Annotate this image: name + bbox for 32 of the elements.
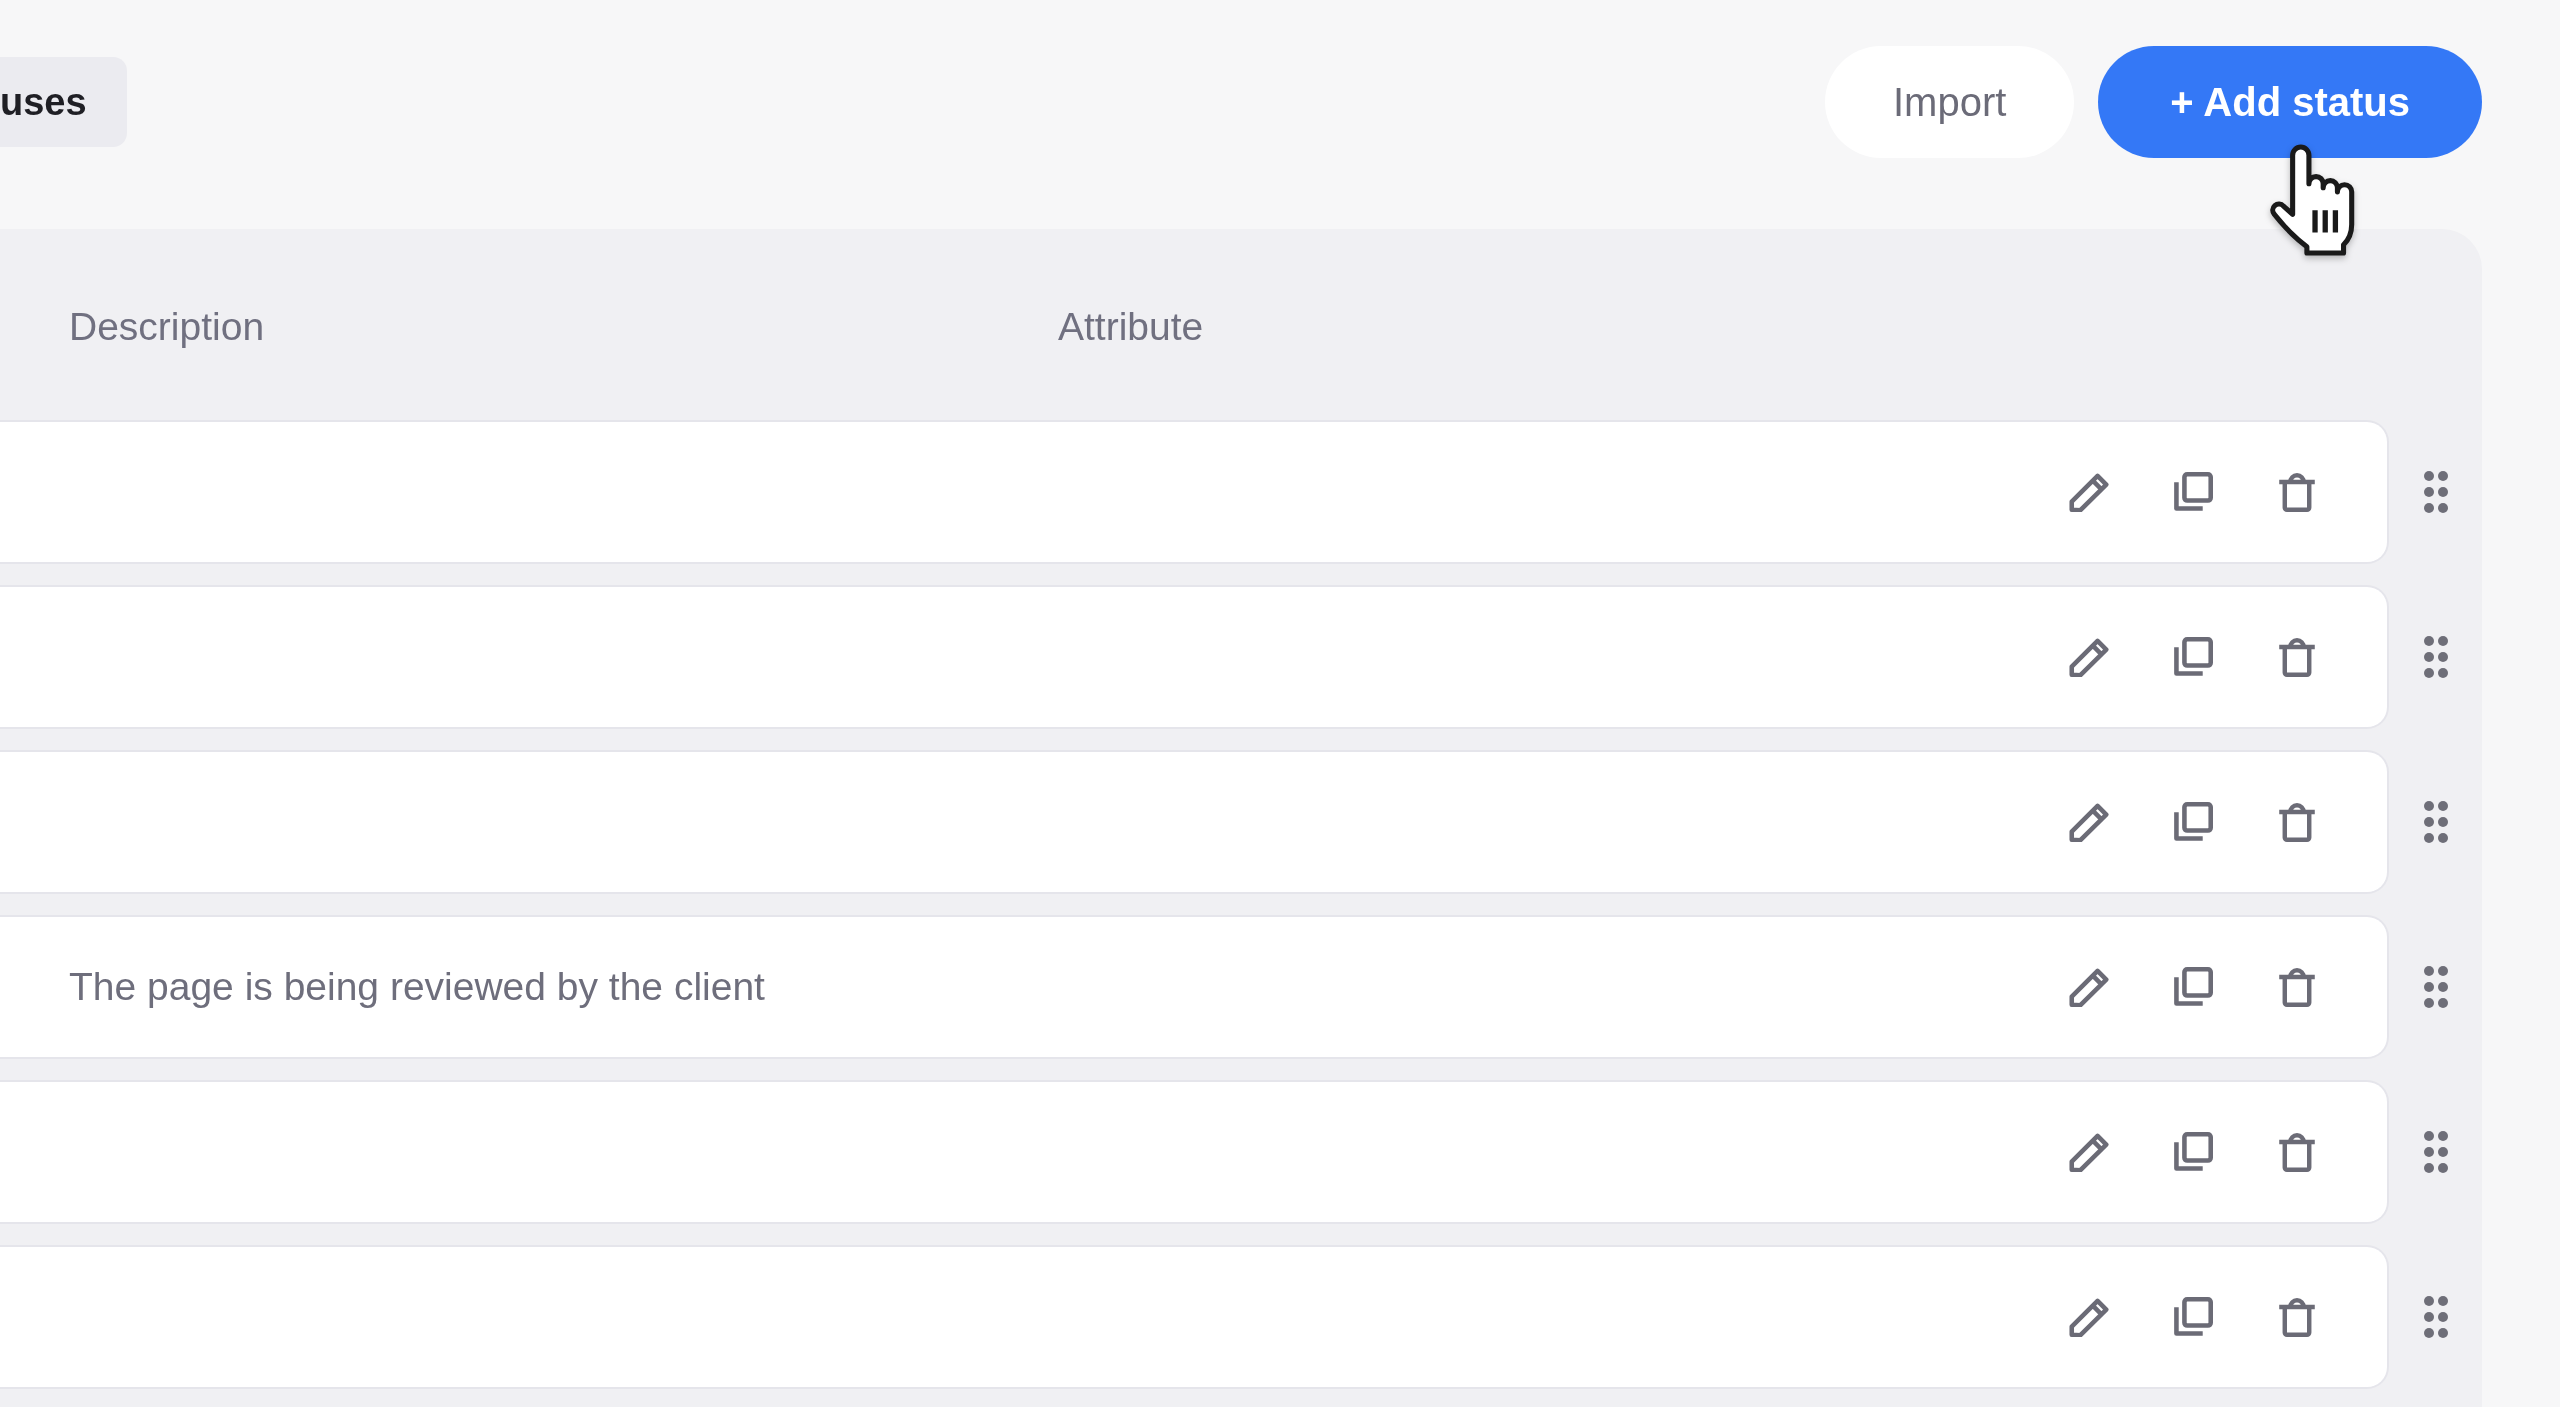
- trash-icon[interactable]: [2277, 802, 2317, 842]
- drag-handle-icon[interactable]: [2423, 471, 2448, 513]
- drag-handle-icon[interactable]: [2423, 1296, 2448, 1338]
- description-cell: The page is being reviewed by the client: [69, 965, 765, 1009]
- copy-icon[interactable]: [2173, 472, 2213, 512]
- pencil-icon[interactable]: [2069, 1297, 2109, 1337]
- copy-icon[interactable]: [2173, 1297, 2213, 1337]
- hand-cursor-icon: [2270, 144, 2356, 256]
- trash-icon[interactable]: [2277, 637, 2317, 677]
- copy-icon[interactable]: [2173, 802, 2213, 842]
- table-row[interactable]: The page is being reviewed by the client: [0, 915, 2389, 1059]
- trash-icon[interactable]: [2277, 967, 2317, 1007]
- pencil-icon[interactable]: [2069, 1132, 2109, 1172]
- import-button[interactable]: Import: [1824, 46, 2075, 158]
- copy-icon[interactable]: [2173, 1132, 2213, 1172]
- drag-handle-icon[interactable]: [2423, 636, 2448, 678]
- trash-icon[interactable]: [2277, 1132, 2317, 1172]
- add-button[interactable]: + Add status: [2098, 46, 2482, 158]
- drag-handle-icon[interactable]: [2423, 1131, 2448, 1173]
- copy-icon[interactable]: [2173, 637, 2213, 677]
- tab[interactable]: uses: [0, 57, 127, 147]
- pencil-icon[interactable]: [2069, 967, 2109, 1007]
- pencil-icon[interactable]: [2069, 472, 2109, 512]
- column-header: Attribute: [1058, 304, 1205, 349]
- trash-icon[interactable]: [2277, 1297, 2317, 1337]
- column-header: Description: [69, 304, 266, 349]
- pencil-icon[interactable]: [2069, 802, 2109, 842]
- copy-icon[interactable]: [2173, 967, 2213, 1007]
- pencil-icon[interactable]: [2069, 637, 2109, 677]
- trash-icon[interactable]: [2277, 472, 2317, 512]
- drag-handle-icon[interactable]: [2423, 966, 2448, 1008]
- drag-handle-icon[interactable]: [2423, 801, 2448, 843]
